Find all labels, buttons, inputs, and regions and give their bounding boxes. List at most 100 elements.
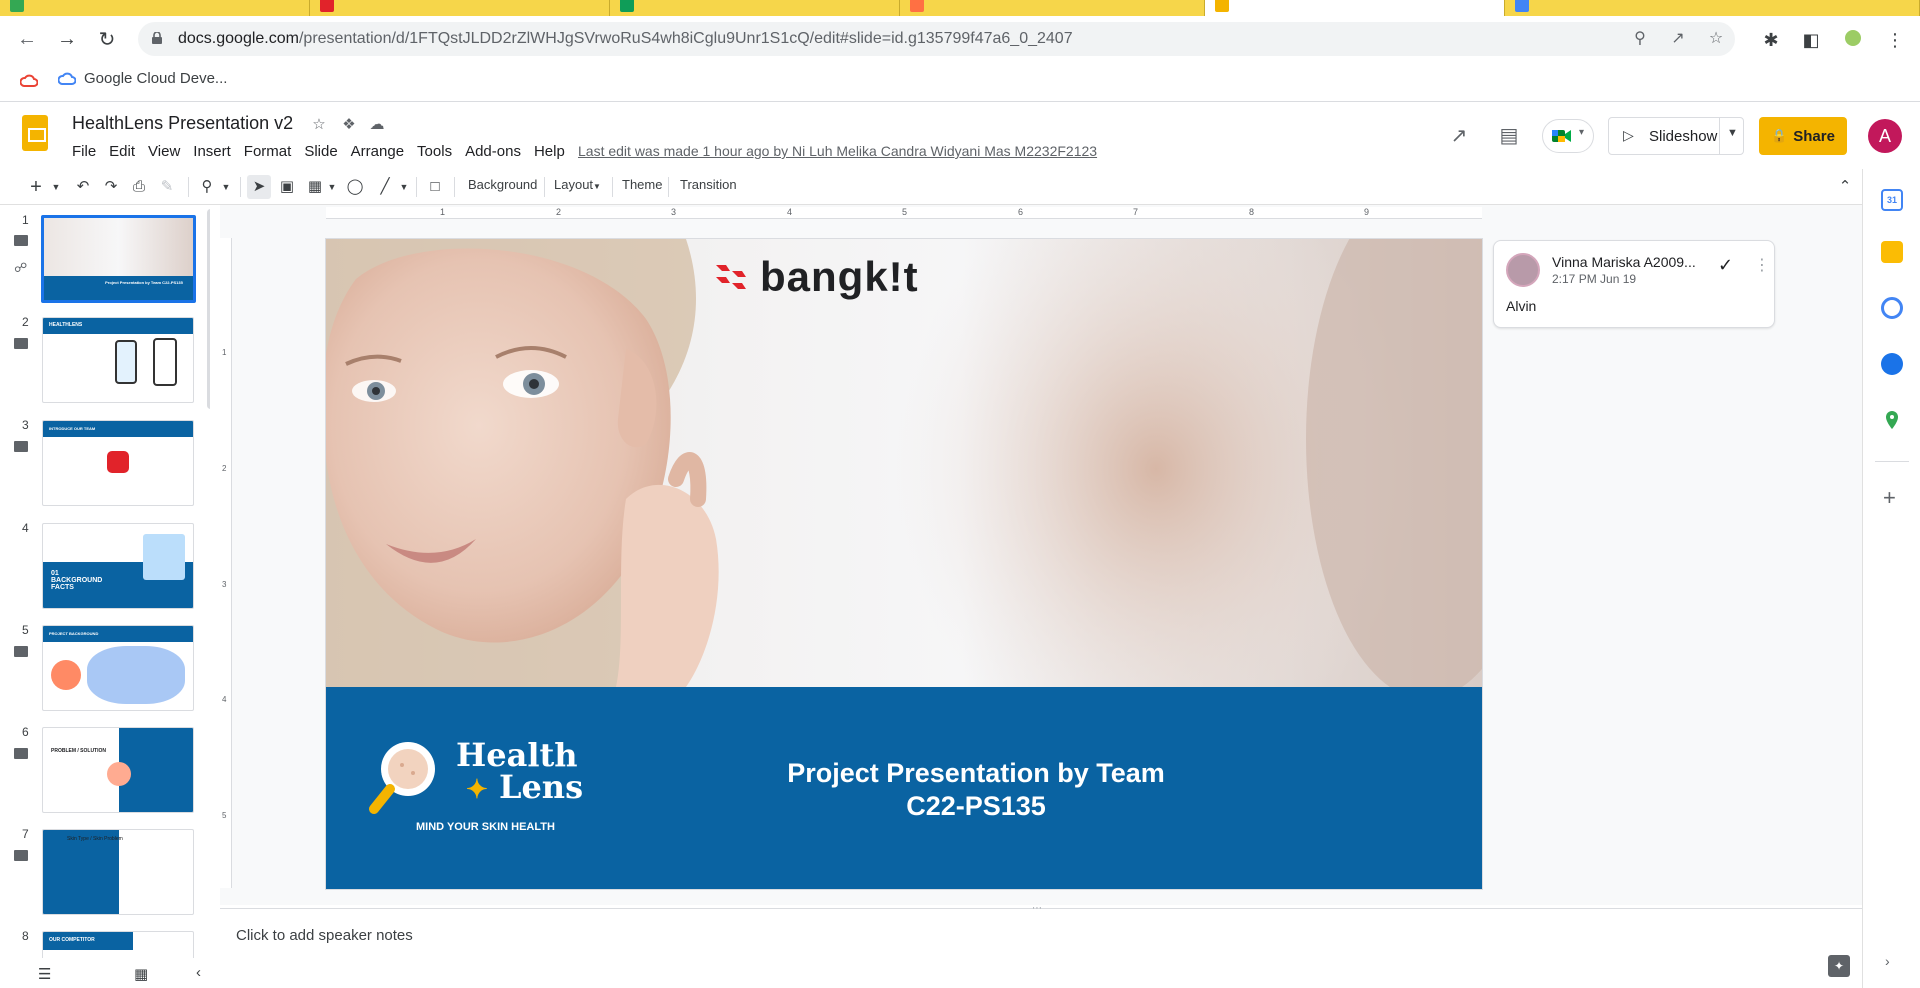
reload-button[interactable]: ↻ <box>92 24 122 54</box>
browser-tab[interactable] <box>1505 0 1920 16</box>
move-folder-icon[interactable]: ❖ <box>340 115 358 133</box>
slide-thumbnail-3[interactable]: INTRODUCE OUR TEAM <box>42 420 194 506</box>
url-path: /presentation/d/1FTQstJLDD2rZlWHJgSVrwoR… <box>298 30 1073 47</box>
add-comment-icon[interactable]: □ <box>424 175 446 199</box>
slide-thumbnail-7[interactable]: Skin Type / Skin Problem <box>42 829 194 915</box>
get-addons-icon[interactable]: + <box>1883 485 1896 511</box>
line-dropdown-icon[interactable]: ▼ <box>398 175 410 199</box>
back-button[interactable]: ← <box>12 24 42 54</box>
vertical-ruler[interactable]: 1 2 3 4 5 <box>220 238 232 888</box>
paint-format-icon[interactable]: ✎ <box>156 175 178 199</box>
comment-history-icon[interactable]: ▤ <box>1496 123 1522 149</box>
thumb-phone <box>115 340 137 384</box>
collapse-filmstrip-icon[interactable]: ‹ <box>196 964 201 981</box>
calendar-icon[interactable]: 31 <box>1881 189 1903 211</box>
menu-view[interactable]: View <box>148 141 187 162</box>
sheets-icon <box>620 0 634 12</box>
menu-edit[interactable]: Edit <box>109 141 142 162</box>
forward-button[interactable]: → <box>52 24 82 54</box>
document-title[interactable]: HealthLens Presentation v2 <box>72 113 293 134</box>
url-domain: docs.google.com <box>178 30 299 47</box>
undo-icon[interactable]: ↶ <box>72 175 94 199</box>
image-dropdown-icon[interactable]: ▼ <box>326 175 338 199</box>
slides-icon <box>1215 0 1229 12</box>
share-button[interactable]: 🔒 Share <box>1759 117 1847 155</box>
menu-format[interactable]: Format <box>244 141 299 162</box>
slide-filmstrip: 1 ☍ Project Presentation by Team C22-PS1… <box>0 205 210 958</box>
last-edit-link[interactable]: Last edit was made 1 hour ago by Ni Luh … <box>578 143 1097 159</box>
explore-icon[interactable]: ✦ <box>1828 955 1850 977</box>
maps-icon[interactable] <box>1881 409 1903 431</box>
transition-button[interactable]: Transition <box>680 177 737 192</box>
current-slide[interactable]: bangk!t Health ✦ Lens MIND YOUR SKIN HEA… <box>326 239 1482 889</box>
slide-thumbnail-6[interactable]: PROBLEM / SOLUTION <box>42 727 194 813</box>
menu-insert[interactable]: Insert <box>193 141 238 162</box>
horizontal-ruler[interactable]: 1 2 3 4 5 6 7 8 9 <box>326 207 1482 219</box>
show-side-panel-icon[interactable]: › <box>1885 953 1890 969</box>
resize-handle[interactable]: ⋯ <box>1032 903 1042 914</box>
thumb-title: HEALTHLENS <box>49 322 83 328</box>
star-icon[interactable]: ☆ <box>310 115 328 133</box>
cloud-status-icon[interactable]: ☁ <box>368 115 386 133</box>
theme-button[interactable]: Theme <box>622 177 662 192</box>
slide-thumbnail-8[interactable]: OUR COMPETITOR <box>42 931 194 958</box>
slide-title[interactable]: Project Presentation by Team C22-PS135 <box>736 757 1216 823</box>
line-icon[interactable]: ╱ <box>374 175 396 199</box>
menu-slide[interactable]: Slide <box>304 141 344 162</box>
side-panel-icon[interactable]: ◧ <box>1800 29 1822 51</box>
speaker-notes[interactable]: ⋯ Click to add speaker notes ✦ <box>220 903 1862 988</box>
slide-thumbnail-1[interactable]: Project Presentation by Team C22-PS135 <box>41 215 196 303</box>
contacts-icon[interactable] <box>1881 353 1903 375</box>
new-slide-icon[interactable]: + <box>26 175 46 199</box>
select-cursor-icon[interactable]: ➤ <box>247 175 271 199</box>
menu-arrange[interactable]: Arrange <box>351 141 411 162</box>
slide-thumbnail-2[interactable]: HEALTHLENS <box>42 317 194 403</box>
collapse-menus-icon[interactable]: ⌃ <box>1834 175 1856 199</box>
comment-card[interactable]: Vinna Mariska A2009... 2:17 PM Jun 19 ✓ … <box>1493 240 1775 328</box>
menu-tools[interactable]: Tools <box>417 141 459 162</box>
menu-file[interactable]: File <box>72 141 103 162</box>
slides-logo-icon[interactable] <box>22 115 48 151</box>
browser-menu-icon[interactable]: ⋮ <box>1884 29 1906 51</box>
background-button[interactable]: Background <box>468 177 537 192</box>
bookmark-item[interactable]: Google Cloud Deve... <box>58 70 227 87</box>
filmstrip-scrollbar[interactable] <box>207 209 210 409</box>
extensions-icon[interactable]: ✱ <box>1760 29 1782 51</box>
omnibox[interactable]: docs.google.com/presentation/d/1FTQstJLD… <box>138 22 1735 56</box>
resolve-check-icon[interactable]: ✓ <box>1718 255 1733 276</box>
layout-button[interactable]: Layout▼ <box>554 177 601 192</box>
new-slide-dropdown-icon[interactable]: ▼ <box>50 175 62 199</box>
meet-button[interactable]: ▾ <box>1542 119 1594 153</box>
zoom-dropdown-icon[interactable]: ▼ <box>220 175 232 199</box>
menu-help[interactable]: Help <box>534 141 572 162</box>
browser-tab-active[interactable] <box>1205 0 1505 16</box>
menu-addons[interactable]: Add-ons <box>465 141 528 162</box>
meet-icon <box>1552 130 1571 142</box>
keep-icon[interactable] <box>1881 241 1903 263</box>
account-avatar[interactable]: A <box>1868 119 1902 153</box>
print-icon[interactable]: ⎙ <box>128 175 150 199</box>
bookmark-star-icon[interactable]: ☆ <box>1707 30 1725 48</box>
browser-tab[interactable] <box>0 0 310 16</box>
filmstrip-view-icon[interactable]: ☰ <box>38 965 51 983</box>
slideshow-button[interactable]: ▷ Slideshow ▼ <box>1608 117 1744 155</box>
browser-tab[interactable] <box>900 0 1205 16</box>
slide-thumbnail-4[interactable]: 01 BACKGROUND FACTS <box>42 523 194 609</box>
browser-tab[interactable] <box>610 0 900 16</box>
activity-dashboard-icon[interactable]: ↗ <box>1446 123 1472 149</box>
zoom-icon[interactable]: ⚲ <box>1631 30 1649 48</box>
profile-icon[interactable] <box>1842 29 1864 51</box>
tasks-icon[interactable] <box>1881 297 1903 319</box>
slideshow-dropdown-icon[interactable]: ▼ <box>1727 127 1738 139</box>
comment-more-icon[interactable]: ⋮ <box>1754 255 1770 275</box>
text-box-icon[interactable]: ▣ <box>276 175 298 199</box>
shape-icon[interactable]: ◯ <box>344 175 366 199</box>
zoom-icon[interactable]: ⚲ <box>196 175 218 199</box>
image-icon[interactable]: ▦ <box>304 175 326 199</box>
redo-icon[interactable]: ↷ <box>100 175 122 199</box>
browser-tab[interactable] <box>310 0 610 16</box>
slide-thumbnail-5[interactable]: PROJECT BACKGROUND <box>42 625 194 711</box>
grid-view-icon[interactable]: ▦ <box>134 965 148 983</box>
hero-photo[interactable]: bangk!t <box>326 239 1482 687</box>
share-page-icon[interactable]: ↗ <box>1669 30 1687 48</box>
